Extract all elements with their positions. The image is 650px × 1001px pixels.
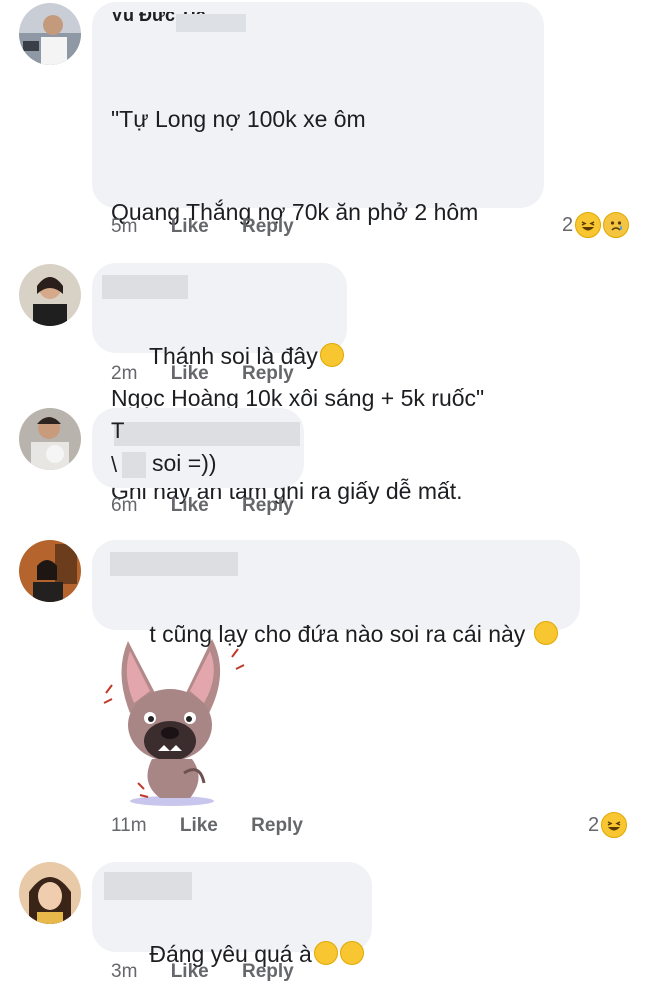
like-button[interactable]: Like <box>180 815 218 836</box>
comment-bubble: Vũ Đức Tiế "Tự Long nợ 100k xe ôm Quang … <box>92 2 544 504</box>
timestamp[interactable]: 11m <box>111 815 147 836</box>
reaction-count: 2 <box>588 813 600 836</box>
timestamp[interactable]: 3m <box>111 961 137 982</box>
tongue-out-squinting-icon <box>339 941 364 965</box>
like-button[interactable]: Like <box>171 216 209 237</box>
comment-meta: 11m Like Reply <box>111 815 331 837</box>
author-name-redacted[interactable] <box>104 872 192 900</box>
scared-dog-sticker[interactable] <box>100 633 245 813</box>
reply-button[interactable]: Reply <box>242 495 294 516</box>
avatar[interactable] <box>19 3 81 65</box>
rolling-laughing-icon <box>533 621 558 645</box>
name-redaction <box>176 14 246 32</box>
like-button[interactable]: Like <box>171 495 209 516</box>
avatar[interactable] <box>19 264 81 326</box>
reply-button[interactable]: Reply <box>242 961 294 982</box>
avatar[interactable] <box>19 408 81 470</box>
reaction-count: 2 <box>562 213 574 236</box>
laughing-face-icon <box>601 812 628 838</box>
reply-button[interactable]: Reply <box>242 216 294 237</box>
reaction-summary[interactable]: 2 <box>588 812 628 838</box>
comment-text: Thánh soi là đây <box>111 310 344 403</box>
author-name-redacted[interactable] <box>110 552 238 576</box>
comment-bubble: Đáng yêu quá à <box>92 862 372 967</box>
comment-meta: 2m Like Reply <box>111 363 322 385</box>
comment-meta: 3m Like Reply <box>111 961 322 983</box>
like-button[interactable]: Like <box>171 363 209 384</box>
comment-text: Đáng yêu quá à <box>111 908 364 1001</box>
timestamp[interactable]: 6m <box>111 495 137 516</box>
reaction-summary[interactable]: 2 <box>562 212 630 238</box>
avatar[interactable] <box>19 540 81 602</box>
comment-bubble: T \ soi =)) <box>92 408 304 488</box>
comment-bubble: Thánh soi là đây <box>92 263 347 369</box>
author-name-redacted[interactable] <box>114 422 300 446</box>
sad-face-icon <box>603 212 630 238</box>
like-button[interactable]: Like <box>171 961 209 982</box>
avatar[interactable] <box>19 862 81 924</box>
rolling-laughing-icon <box>319 343 344 367</box>
comment-line: "Tự Long nợ 100k xe ôm <box>111 106 366 132</box>
reply-button[interactable]: Reply <box>242 363 294 384</box>
timestamp[interactable]: 5m <box>111 216 137 237</box>
text-redaction <box>122 452 146 478</box>
author-name-redacted[interactable] <box>102 275 188 299</box>
comment-line: soi =)) <box>152 450 217 476</box>
comment-line: T <box>111 418 125 443</box>
timestamp[interactable]: 2m <box>111 363 137 384</box>
comment-line: \ <box>111 452 118 477</box>
reply-button[interactable]: Reply <box>251 815 303 836</box>
laughing-face-icon <box>575 212 602 238</box>
comment-meta: 6m Like Reply <box>111 495 322 517</box>
comment-meta: 5m Like Reply <box>111 216 322 238</box>
comment-bubble: t cũng lạy cho đứa nào soi ra cái này <box>92 540 580 647</box>
